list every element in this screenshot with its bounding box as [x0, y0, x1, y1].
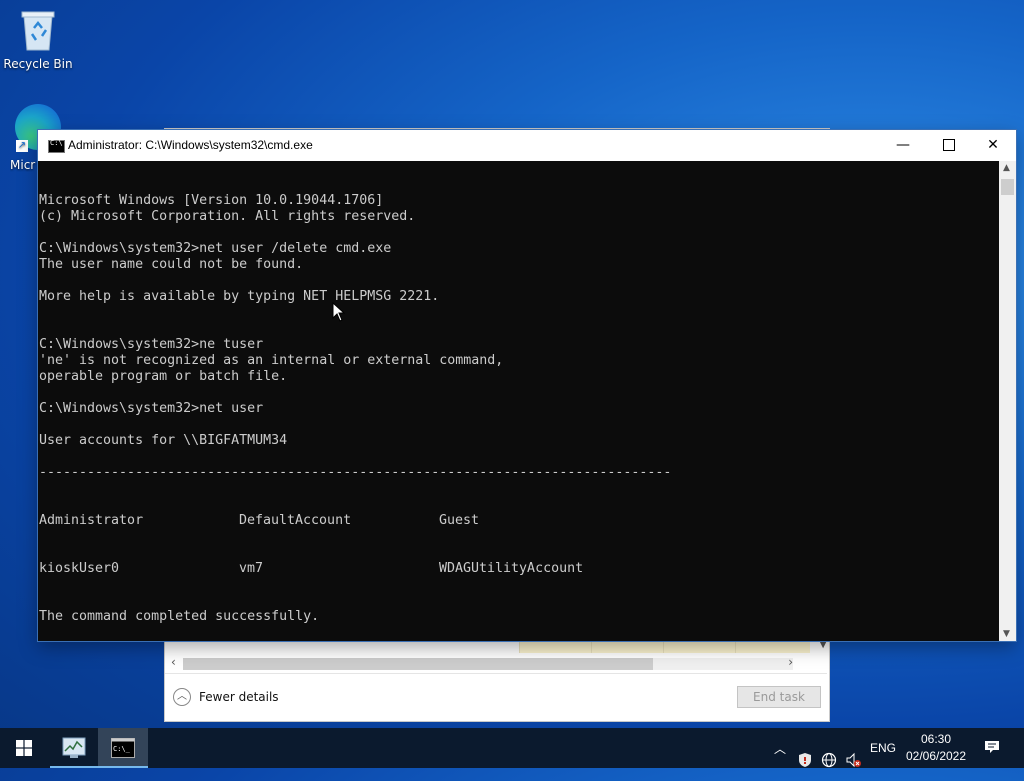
clock-date: 02/06/2022 [905, 749, 967, 763]
maximize-button[interactable] [926, 130, 972, 161]
minimize-icon: — [896, 137, 910, 153]
fewer-details-button[interactable]: ︿ Fewer details [173, 688, 279, 706]
scroll-down-icon[interactable]: ▼ [1003, 629, 1010, 639]
mouse-cursor-icon [332, 302, 346, 322]
scroll-thumb[interactable] [183, 658, 653, 670]
volume-muted-icon[interactable] [845, 740, 861, 780]
account-name: Guest [439, 513, 480, 528]
scroll-left-icon[interactable]: ‹ [171, 655, 176, 669]
network-globe-icon[interactable] [821, 740, 837, 780]
console-line: 'ne' is not recognized as an internal or… [39, 353, 504, 368]
recycle-bin-label: Recycle Bin [3, 57, 73, 71]
taskbar-cmd[interactable]: C:\_ [98, 728, 148, 768]
task-manager-footer: ︿ Fewer details End task [165, 673, 827, 720]
console-line: C:\Windows\system32>net user [39, 401, 264, 416]
end-task-button[interactable]: End task [737, 686, 821, 708]
input-language[interactable]: ENG [870, 741, 896, 781]
task-manager-icon [62, 737, 86, 758]
windows-logo-icon [16, 740, 32, 756]
account-name: kioskUser0 [39, 561, 120, 576]
cmd-icon: C:\_ [111, 738, 135, 758]
cmd-titlebar[interactable]: Administrator: C:\Windows\system32\cmd.e… [38, 130, 1016, 161]
console-line: operable program or batch file. [39, 369, 288, 384]
console-line: C:\Windows\system32>ne tuser [39, 337, 264, 352]
horizontal-scrollbar[interactable]: ‹ › [169, 655, 811, 671]
edge-label: Micr Ed [10, 158, 40, 172]
console-scrollbar[interactable]: ▲ ▼ [999, 161, 1016, 641]
account-name: Administrator [39, 513, 144, 528]
clock-time: 06:30 [920, 732, 952, 746]
notifications-icon[interactable] [984, 740, 1000, 754]
accounts-row: Administrator DefaultAccount Guest [39, 513, 999, 529]
shortcut-arrow-icon: ↗ [16, 140, 28, 152]
taskbar: C:\_ ︿ ENG 06:30 02/06/2022 [0, 728, 1024, 768]
console-line: (c) Microsoft Corporation. All rights re… [39, 209, 416, 224]
fewer-details-label: Fewer details [199, 690, 279, 704]
account-name: DefaultAccount [239, 513, 352, 528]
close-button[interactable]: ✕ [970, 130, 1016, 161]
svg-text:C:\_: C:\_ [113, 745, 131, 753]
console-line: The user name could not be found. [39, 257, 304, 272]
scroll-thumb[interactable] [1001, 179, 1014, 195]
account-name: vm7 [239, 561, 264, 576]
cmd-window-title: Administrator: C:\Windows\system32\cmd.e… [68, 138, 313, 152]
start-button[interactable] [0, 728, 48, 768]
console-line: ----------------------------------------… [39, 465, 672, 480]
console-line: User accounts for \\BIGFATMUM34 [39, 433, 288, 448]
recycle-bin-icon [21, 11, 55, 51]
scroll-up-icon[interactable]: ▲ [1003, 163, 1010, 173]
taskbar-task-manager[interactable] [50, 728, 98, 768]
chevron-up-icon: ︿ [173, 688, 191, 706]
maximize-icon [943, 139, 955, 151]
console-line: Microsoft Windows [Version 10.0.19044.17… [39, 193, 384, 208]
cmd-window[interactable]: Administrator: C:\Windows\system32\cmd.e… [38, 130, 1016, 641]
close-icon: ✕ [987, 137, 999, 153]
recycle-bin-shortcut[interactable]: Recycle Bin [2, 6, 74, 71]
minimize-button[interactable]: — [880, 130, 926, 161]
console-line: The command completed successfully. [39, 609, 320, 624]
console-output[interactable]: Microsoft Windows [Version 10.0.19044.17… [39, 161, 999, 641]
cmd-app-icon [48, 139, 65, 153]
accounts-row: kioskUser0 vm7 WDAGUtilityAccount [39, 561, 999, 577]
security-warning-icon[interactable] [797, 740, 813, 780]
account-name: WDAGUtilityAccount [439, 561, 584, 576]
clock[interactable]: 06:30 02/06/2022 [900, 731, 972, 771]
scroll-right-icon[interactable]: › [788, 655, 793, 669]
console-line: More help is available by typing NET HEL… [39, 289, 440, 304]
show-hidden-icons-icon[interactable]: ︿ [774, 740, 786, 780]
console-line: C:\Windows\system32>net user /delete cmd… [39, 241, 392, 256]
